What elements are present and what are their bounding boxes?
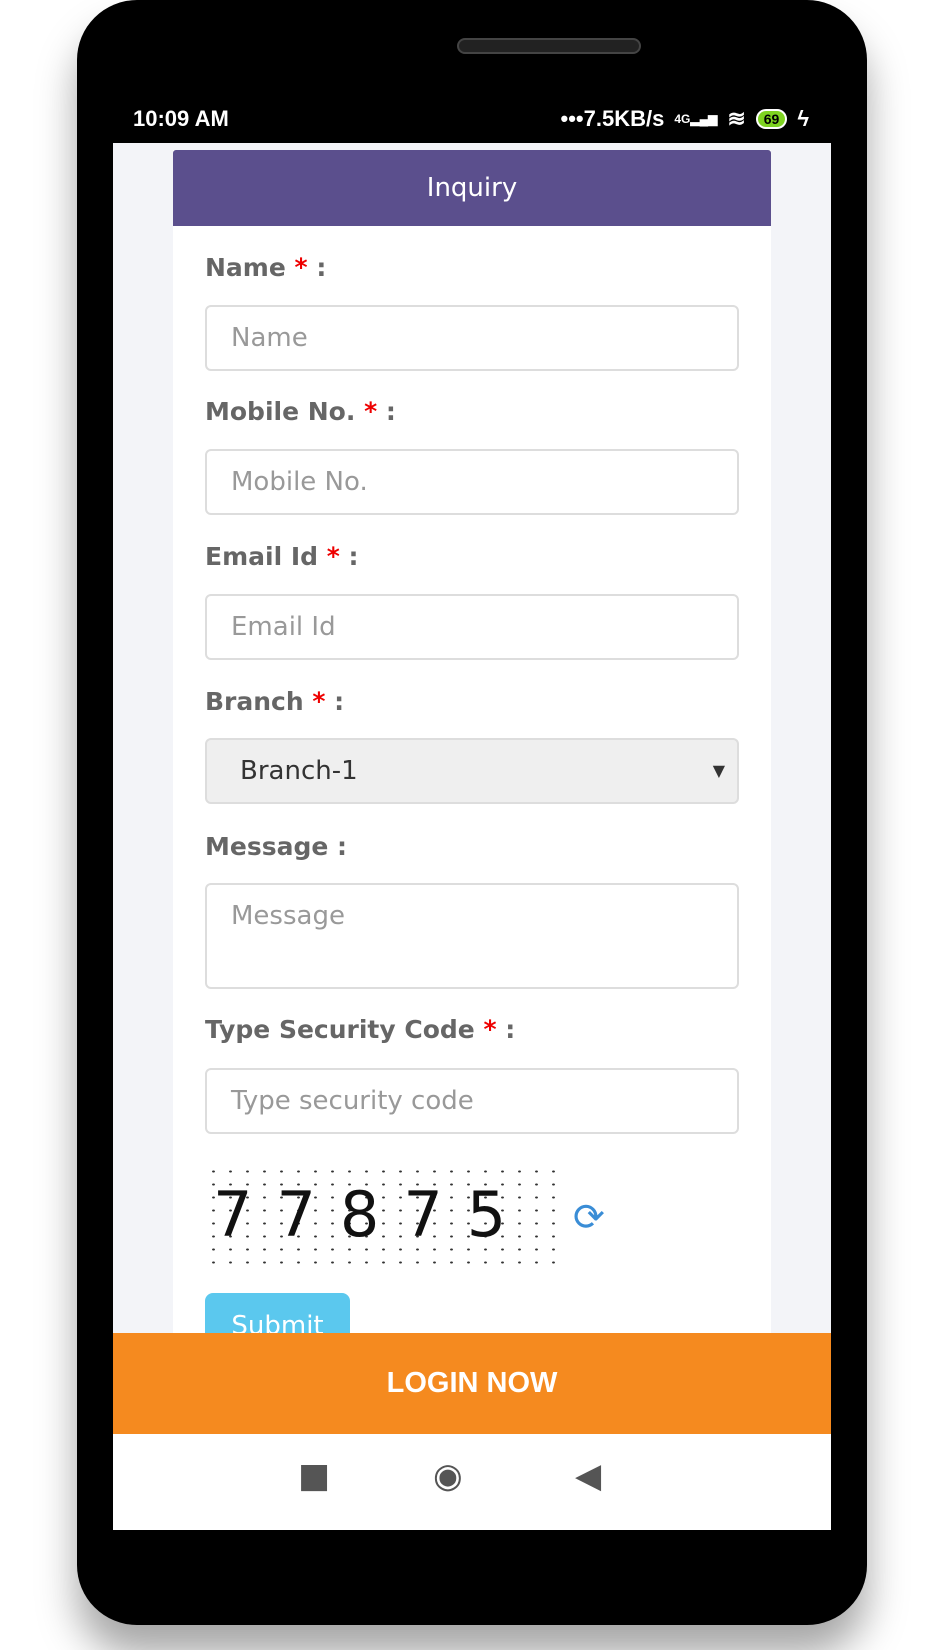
refresh-captcha-icon[interactable]: ⟳ (573, 1195, 605, 1239)
signal-icon: 4G▂▄▆ (674, 112, 718, 126)
name-label: Name * : (205, 253, 327, 282)
login-now-button[interactable]: LOGIN NOW (113, 1333, 831, 1434)
network-speed: •••7.5KB/s (560, 106, 665, 131)
status-time: 10:09 AM (133, 106, 229, 131)
mobile-input[interactable]: Mobile No. (205, 449, 739, 515)
branch-select[interactable]: Branch-1 ▼ (205, 738, 739, 804)
recent-apps-icon[interactable]: ■ (298, 1456, 330, 1496)
back-icon[interactable]: ◀ (575, 1456, 601, 1496)
battery-icon: 69 (755, 109, 788, 129)
navigation-bar: ■ ◉ ◀ (113, 1434, 831, 1530)
wifi-icon: ≋ (727, 106, 746, 131)
status-bar: 10:09 AM •••7.5KB/s 4G▂▄▆ ≋ 69 ϟ (113, 100, 831, 140)
email-input[interactable]: Email Id (205, 594, 739, 660)
branch-label: Branch * : (205, 687, 345, 716)
branch-value: Branch-1 (240, 756, 358, 786)
message-textarea[interactable]: Message (205, 883, 739, 989)
email-label: Email Id * : (205, 542, 359, 571)
inquiry-card: Inquiry Name * : Name Mobile No. * : Mob… (173, 150, 771, 1400)
captcha-image: 77875 (205, 1165, 565, 1265)
app-screen: Inquiry Name * : Name Mobile No. * : Mob… (113, 143, 831, 1530)
security-code-label: Type Security Code * : (205, 1015, 516, 1044)
charging-icon: ϟ (797, 106, 809, 131)
network-type: 4G (674, 112, 691, 126)
security-code-input[interactable]: Type security code (205, 1068, 739, 1134)
name-input[interactable]: Name (205, 305, 739, 371)
card-title: Inquiry (173, 150, 771, 226)
home-icon[interactable]: ◉ (433, 1456, 463, 1496)
speaker-grille (457, 38, 641, 54)
dropdown-arrow-icon: ▼ (712, 761, 725, 780)
message-label: Message : (205, 832, 348, 861)
mobile-label: Mobile No. * : (205, 397, 396, 426)
